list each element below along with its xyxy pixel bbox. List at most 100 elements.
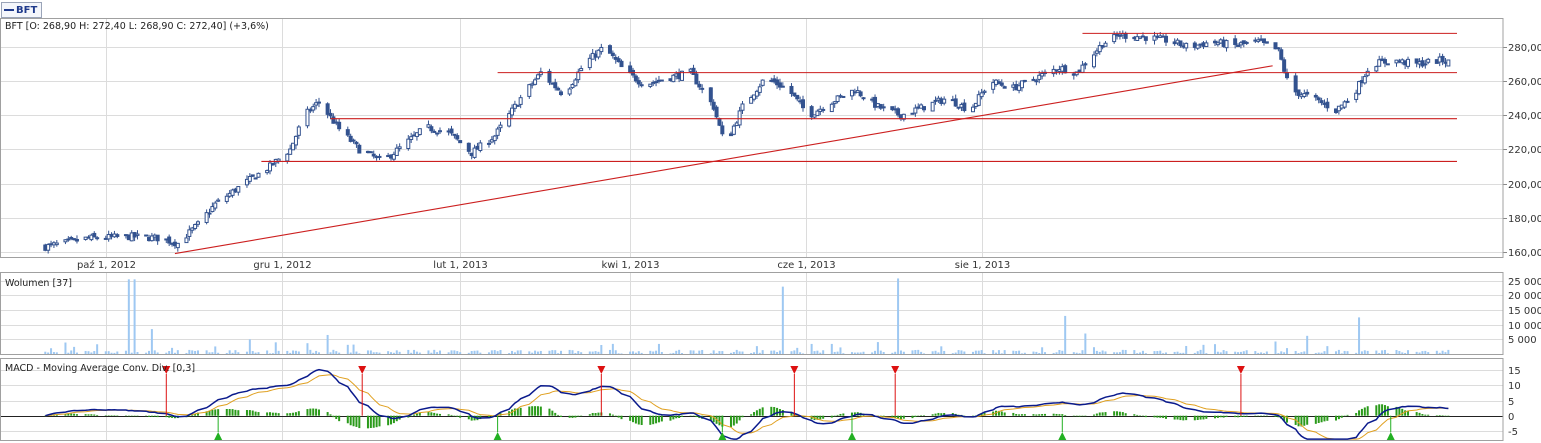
volume-bar: [479, 352, 482, 354]
volume-bar: [427, 350, 430, 354]
candle-body: [135, 233, 140, 236]
candle-body: [896, 108, 901, 116]
macd-histogram-bar: [1159, 415, 1162, 418]
macd-histogram-bar: [1260, 415, 1263, 417]
volume-bar: [1303, 351, 1306, 354]
volume-bar: [1213, 344, 1216, 354]
buy-signal-marker: [214, 432, 223, 440]
volume-bar: [153, 350, 156, 354]
macd-histogram-bar: [1274, 415, 1277, 417]
volume-bar: [1000, 353, 1003, 354]
volume-bar: [1366, 350, 1369, 354]
volume-bar: [136, 352, 139, 354]
volume-bar: [231, 352, 234, 354]
volume-bar: [1239, 351, 1242, 354]
macd-histogram-bar: [934, 413, 937, 416]
macd-histogram-bar: [459, 415, 462, 418]
candle-body: [861, 97, 866, 100]
buy-signal-marker: [1386, 432, 1395, 440]
candle-body: [285, 153, 290, 162]
macd-histogram-bar: [358, 415, 361, 429]
candle-body: [492, 135, 497, 142]
candle-body: [144, 234, 149, 237]
volume-bar: [185, 352, 188, 354]
volume-bar: [1162, 353, 1165, 354]
volume-bar: [214, 346, 217, 354]
volume-bar: [1196, 351, 1199, 354]
volume-bars: [44, 278, 1450, 354]
volume-bar: [920, 351, 923, 354]
volume-bar: [1398, 350, 1401, 354]
volume-bar: [675, 350, 678, 354]
volume-bar: [732, 351, 735, 354]
candle-body: [1282, 59, 1287, 72]
macd-histogram-bar: [332, 415, 335, 418]
volume-bar: [600, 344, 603, 354]
macd-histogram-bar: [1418, 412, 1421, 416]
macd-histogram-bar: [931, 414, 934, 416]
volume-bar: [1185, 345, 1188, 354]
candle-body: [46, 244, 51, 251]
volume-bar: [52, 352, 55, 354]
candle-body: [1345, 100, 1350, 103]
macd-histogram-bar: [729, 415, 732, 428]
volume-tick-label: 15 000: [1508, 306, 1541, 317]
macd-histogram-bar: [1055, 413, 1058, 416]
candle-body: [316, 101, 321, 104]
volume-bar: [597, 351, 600, 354]
macd-signal-line: [45, 374, 1449, 440]
volume-bar: [1020, 353, 1023, 354]
candle-body: [409, 136, 414, 140]
volume-bar: [588, 351, 591, 354]
volume-bar: [349, 352, 352, 354]
volume-bar: [355, 351, 358, 354]
macd-histogram-bar: [1317, 415, 1320, 424]
volume-bar: [511, 350, 514, 354]
macd-histogram-bar: [1265, 415, 1268, 417]
candle-body: [795, 94, 800, 100]
volume-bar: [554, 350, 557, 354]
candle-body: [1022, 79, 1027, 82]
volume-bar: [366, 350, 369, 354]
volume-bar: [269, 353, 272, 354]
volume-bar: [850, 352, 853, 354]
macd-histogram-bar: [1257, 415, 1260, 417]
macd-histogram-bar: [1340, 415, 1343, 418]
volume-bar: [894, 351, 897, 354]
candle-body: [1244, 41, 1249, 44]
candle-body: [953, 98, 958, 107]
macd-histogram-bar: [1176, 415, 1179, 420]
volume-bar: [96, 344, 99, 354]
macd-histogram-bar: [84, 414, 87, 416]
volume-bar: [750, 353, 753, 354]
volume-bar: [1044, 352, 1047, 354]
volume-bar: [145, 352, 148, 354]
volume-bar: [513, 352, 516, 354]
macd-histogram-bar: [217, 409, 220, 416]
candle-body: [432, 130, 437, 133]
candle-body: [1224, 40, 1229, 49]
macd-histogram-bar: [551, 410, 554, 416]
macd-histogram-bar: [755, 410, 758, 416]
volume-bar: [669, 353, 672, 354]
candle-body: [1423, 63, 1428, 66]
candle-body: [1091, 54, 1096, 68]
macd-histogram-bar: [1237, 415, 1240, 418]
volume-bar: [1386, 353, 1389, 354]
candle-body: [535, 74, 540, 80]
volume-bar: [758, 352, 761, 354]
candle-body: [1374, 66, 1379, 72]
volume-bar: [611, 343, 614, 354]
volume-bar: [1260, 352, 1263, 354]
volume-bar: [591, 351, 594, 354]
volume-bar: [559, 350, 562, 354]
candle-body: [1285, 72, 1290, 79]
volume-bar: [1378, 352, 1381, 354]
candle-body: [573, 79, 578, 87]
volume-bar: [954, 352, 957, 354]
macd-histogram-bar: [1015, 413, 1018, 416]
candle-body: [354, 141, 359, 145]
macd-histogram-bar: [531, 406, 534, 416]
volume-bar: [1323, 351, 1326, 354]
volume-bar: [721, 351, 724, 354]
